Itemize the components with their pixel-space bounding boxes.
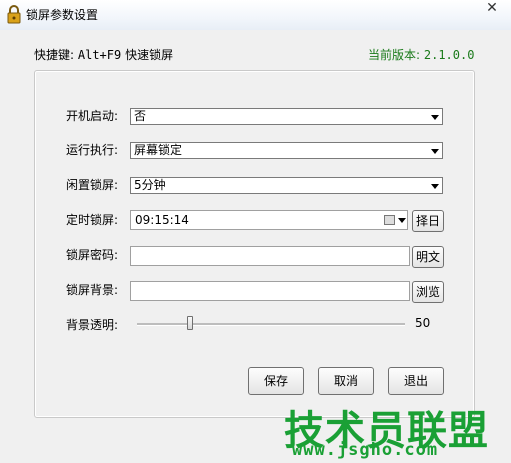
opacity-value: 50 [415, 316, 431, 330]
chevron-down-icon [431, 115, 439, 120]
calendar-icon[interactable] [384, 215, 395, 225]
run-action-value: 屏幕锁定 [134, 143, 183, 157]
run-action-select[interactable]: 屏幕锁定 [130, 142, 443, 159]
boot-start-label: 开机启动: [66, 109, 119, 123]
boot-start-select[interactable]: 否 [130, 108, 443, 125]
idle-lock-value: 5分钟 [134, 178, 166, 192]
background-path-input[interactable] [130, 281, 410, 301]
run-action-label: 运行执行: [66, 143, 119, 157]
close-button[interactable]: ✕ [478, 0, 506, 18]
lock-icon [7, 5, 21, 24]
chevron-down-icon [431, 184, 439, 189]
background-label: 锁屏背景: [66, 283, 119, 297]
idle-lock-select[interactable]: 5分钟 [130, 177, 443, 194]
hotkey-label: 快捷键: [34, 48, 75, 62]
hotkey-action: 快速锁屏 [125, 48, 174, 62]
exit-button[interactable]: 退出 [388, 367, 444, 395]
hotkey-info: 快捷键: Alt+F9 快速锁屏 [34, 46, 173, 63]
hotkey-keys: Alt+F9 [77, 48, 122, 62]
save-button[interactable]: 保存 [248, 367, 304, 395]
version-value: 2.1.0.0 [423, 48, 475, 62]
opacity-label: 背景透明: [66, 318, 119, 332]
show-plaintext-button[interactable]: 明文 [412, 246, 444, 268]
title-bar: 锁屏参数设置 ✕ [0, 0, 511, 30]
window-title: 锁屏参数设置 [26, 8, 99, 22]
chevron-down-icon [431, 149, 439, 154]
choose-date-button[interactable]: 择日 [412, 210, 444, 232]
timed-lock-label: 定时锁屏: [66, 213, 119, 227]
watermark-url: www.jsgho.com [292, 440, 439, 460]
cancel-button[interactable]: 取消 [318, 367, 374, 395]
version-info: 当前版本: 2.1.0.0 [368, 46, 474, 63]
version-label: 当前版本: [368, 48, 421, 62]
opacity-slider-track[interactable] [137, 323, 405, 326]
opacity-slider-thumb[interactable] [186, 316, 193, 330]
timed-lock-time-input[interactable]: 09:15:14 [130, 210, 408, 230]
boot-start-value: 否 [134, 109, 147, 123]
chevron-down-icon[interactable] [398, 218, 406, 223]
password-input[interactable] [130, 246, 410, 266]
idle-lock-label: 闲置锁屏: [66, 178, 119, 192]
browse-button[interactable]: 浏览 [412, 281, 444, 303]
timed-lock-value: 09:15:14 [135, 213, 189, 227]
password-label: 锁屏密码: [66, 248, 119, 262]
